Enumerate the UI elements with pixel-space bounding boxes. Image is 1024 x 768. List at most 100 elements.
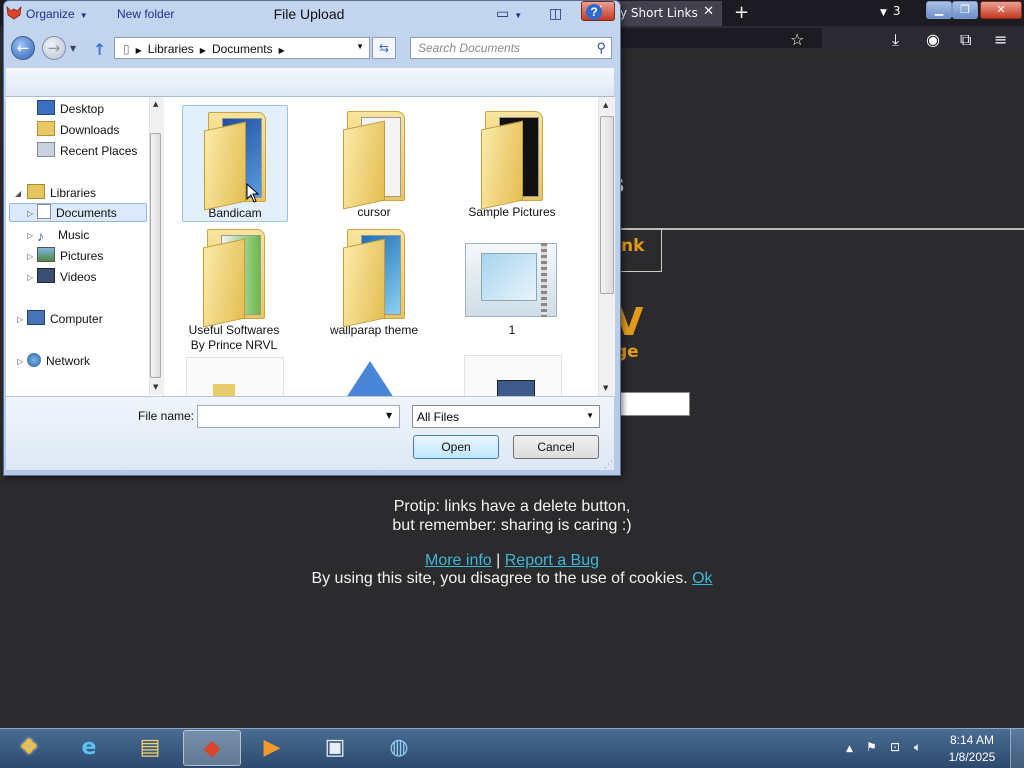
scroll-up-icon[interactable]: ▲ (153, 100, 158, 108)
collapsed-arrow-icon[interactable]: ▷ (17, 310, 23, 329)
new-tab-button[interactable]: + (734, 2, 749, 23)
scroll-up-icon[interactable]: ▲ (603, 101, 608, 109)
window-close-button[interactable]: ✕ (980, 1, 1022, 19)
file-name-input[interactable] (197, 405, 400, 428)
videos-icon (37, 268, 55, 283)
refresh-button[interactable]: ⇆ (372, 37, 396, 59)
file-item-sample-pictures[interactable]: Sample Pictures (460, 105, 564, 220)
folder-icon: ▯ (123, 42, 130, 56)
taskbar-network-app[interactable]: ◍ (370, 730, 428, 766)
forward-button[interactable]: → (42, 36, 66, 60)
taskbar-firefox[interactable]: ◆ (183, 730, 241, 766)
recent-locations-dropdown[interactable]: ▼ (70, 44, 76, 53)
mouse-cursor-icon (246, 183, 260, 203)
collapsed-arrow-icon[interactable]: ▷ (27, 226, 33, 245)
firefox-icon: ◆ (203, 736, 221, 761)
cookie-ok-link[interactable]: Ok (692, 570, 712, 587)
account-icon[interactable]: ◉ (926, 30, 940, 49)
file-name: cursor (357, 205, 391, 219)
show-hidden-icons-button[interactable]: ▲ (846, 744, 853, 754)
nav-scrollbar-thumb[interactable] (150, 133, 161, 378)
start-button[interactable]: ❖ (0, 730, 58, 766)
menu-icon[interactable]: ≡ (994, 30, 1007, 49)
dialog-title: File Upload (273, 6, 345, 22)
browser-tab[interactable]: y Short Links ✕ (612, 1, 722, 26)
report-bug-link[interactable]: Report a Bug (505, 552, 599, 569)
collapsed-arrow-icon[interactable]: ▷ (27, 268, 33, 287)
clock-time[interactable]: 8:14 AM (940, 733, 1004, 747)
collapsed-arrow-icon[interactable]: ▷ (27, 247, 33, 266)
more-info-link[interactable]: More info (425, 552, 492, 569)
address-dropdown-icon[interactable]: ▼ (356, 42, 364, 51)
collapsed-arrow-icon[interactable]: ▷ (17, 352, 23, 371)
clock-date[interactable]: 1/8/2025 (940, 750, 1004, 764)
volume-icon[interactable]: 🔈︎ (914, 740, 921, 755)
nav-item-documents[interactable]: ▷ Documents (9, 203, 147, 222)
folder-icon (339, 105, 409, 210)
collapsed-arrow-icon[interactable]: ▷ (27, 204, 33, 223)
network-status-icon[interactable]: ⊡ (890, 740, 900, 754)
breadcrumb-arrow-icon[interactable]: ▶ (200, 46, 206, 55)
taskbar-internet-explorer[interactable]: e (60, 730, 118, 766)
organize-button[interactable]: Organize ▼ (26, 7, 88, 21)
file-item-useful-softwares[interactable]: Useful Softwares By Prince NRVL (182, 223, 286, 353)
nav-item-desktop[interactable]: Desktop (37, 100, 104, 119)
new-folder-button[interactable]: New folder (117, 7, 174, 21)
up-folder-button[interactable]: ↑ (93, 40, 106, 59)
libraries-icon (27, 184, 45, 199)
breadcrumb-arrow-icon[interactable]: ▶ (279, 46, 285, 55)
file-item-bandicam[interactable]: Bandicam (182, 105, 288, 222)
nav-item-downloads[interactable]: Downloads (37, 121, 119, 140)
expanded-arrow-icon[interactable]: ◢ (15, 184, 21, 203)
breadcrumb-libraries[interactable]: Libraries (148, 42, 194, 56)
nav-item-music[interactable]: ▷ ♪ Music (27, 226, 89, 245)
open-button[interactable]: Open (413, 435, 499, 459)
search-icon[interactable]: ⚲ (596, 40, 606, 56)
tab-close-icon[interactable]: ✕ (703, 4, 714, 19)
breadcrumb-arrow-icon[interactable]: ▶ (136, 46, 142, 55)
minimize-button[interactable]: ▁ (926, 1, 952, 19)
change-view-button[interactable]: ▭ ▼ (496, 5, 522, 22)
scroll-down-icon[interactable]: ▼ (153, 383, 158, 391)
breadcrumb-documents[interactable]: Documents (212, 42, 273, 56)
page-textarea[interactable] (610, 392, 690, 416)
taskbar-window-app[interactable]: ▣ (306, 730, 364, 766)
address-bar[interactable]: ▯ ▶ Libraries ▶ Documents ▶ ▼ (114, 37, 370, 59)
file-type-select[interactable]: All Files ▼ (412, 405, 600, 428)
nav-item-pictures[interactable]: ▷ Pictures (27, 247, 103, 266)
taskbar-media-player[interactable]: ▶ (243, 730, 301, 766)
command-bar (6, 67, 614, 97)
action-center-flag-icon[interactable]: ⚑ (866, 740, 877, 754)
file-item-1[interactable]: 1 (460, 223, 564, 338)
help-button[interactable]: ? (586, 4, 602, 20)
cancel-button[interactable]: Cancel (513, 435, 599, 459)
file-list-scrollbar-thumb[interactable] (600, 116, 614, 294)
scroll-down-icon[interactable]: ▼ (603, 384, 608, 392)
file-item-cursor[interactable]: cursor (322, 105, 426, 220)
file-name-dropdown-icon[interactable]: ▼ (386, 411, 392, 420)
nav-item-libraries[interactable]: ◢ Libraries (15, 184, 96, 203)
back-button[interactable]: ← (11, 36, 35, 60)
maximize-button[interactable]: ❐ (952, 1, 978, 19)
downloads-icon[interactable]: ⤓ (892, 30, 899, 50)
globe-icon: ◍ (389, 735, 409, 760)
nav-item-computer[interactable]: ▷ Computer (17, 310, 103, 329)
search-input[interactable]: Search Documents ⚲ (410, 37, 612, 59)
nav-label: Network (46, 354, 91, 368)
file-item-partial-icon[interactable] (344, 361, 396, 396)
preview-pane-button[interactable]: ◫ (549, 5, 562, 22)
tab-list-button[interactable]: ▼ 3 (880, 4, 901, 18)
nav-item-videos[interactable]: ▷ Videos (27, 268, 96, 287)
bookmark-star-icon[interactable]: ☆ (790, 30, 804, 49)
nav-item-recent-places[interactable]: Recent Places (37, 142, 137, 161)
resize-grip-icon[interactable]: ⋰ (604, 460, 613, 470)
show-desktop-button[interactable] (1010, 729, 1024, 768)
nav-item-network[interactable]: ▷ Network (17, 352, 91, 371)
link-separator: | (491, 552, 505, 569)
file-item-partial[interactable] (464, 355, 562, 396)
forward-arrow-icon: → (47, 39, 61, 57)
file-item-wallparap-theme[interactable]: wallparap theme (322, 223, 426, 338)
taskbar-explorer[interactable]: ▤ (121, 730, 179, 766)
extensions-icon[interactable]: ⧉ (960, 30, 971, 50)
file-item-partial[interactable] (186, 357, 284, 396)
